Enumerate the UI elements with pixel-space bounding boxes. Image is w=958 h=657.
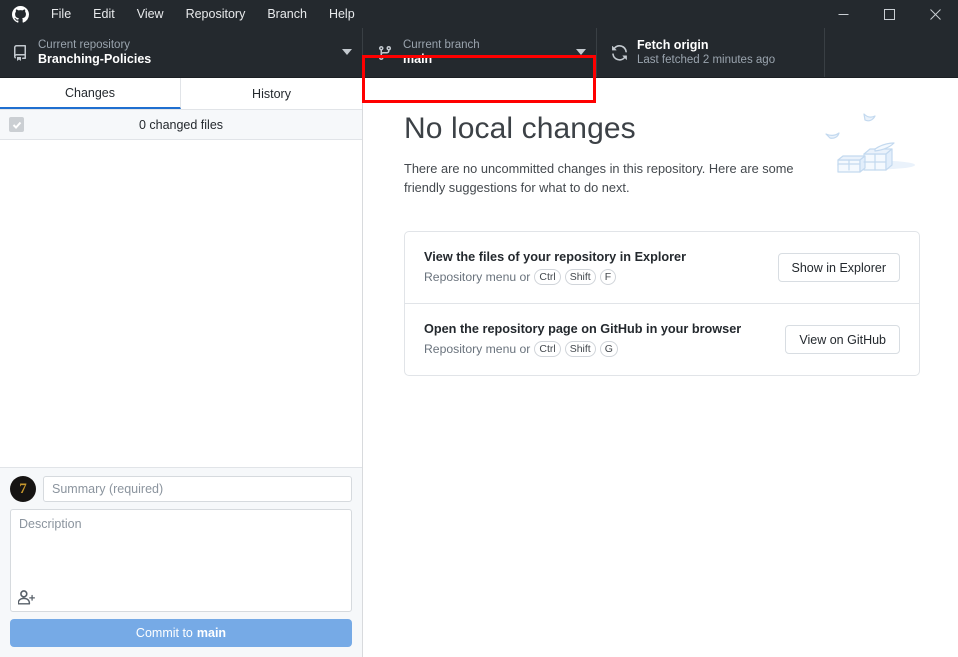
- chevron-down-icon: [568, 49, 586, 56]
- card-text: Open the repository page on GitHub in yo…: [424, 322, 775, 358]
- menu-item-help[interactable]: Help: [318, 0, 366, 28]
- card-text: View the files of your repository in Exp…: [424, 250, 768, 286]
- changed-files-header: 0 changed files: [0, 110, 362, 140]
- commit-button-prefix: Commit to: [135, 626, 193, 640]
- github-desktop-window: File Edit View Repository Branch Help Cu…: [0, 0, 958, 657]
- minimize-icon[interactable]: [820, 0, 866, 28]
- sidebar: Changes History 0 changed files 7 Summar…: [0, 78, 363, 657]
- tab-history-label: History: [252, 86, 291, 101]
- card-hint-prefix: Repository menu or: [424, 342, 531, 357]
- window-controls: [820, 0, 958, 28]
- current-branch-button[interactable]: Current branch main: [363, 28, 597, 77]
- menu-item-view[interactable]: View: [126, 0, 175, 28]
- card-title: Open the repository page on GitHub in yo…: [424, 322, 742, 337]
- commit-description-wrap: [10, 509, 352, 612]
- current-repository-value: Branching-Policies: [38, 51, 152, 66]
- repo-icon: [12, 44, 38, 61]
- fetch-origin-label: Fetch origin: [637, 37, 709, 52]
- avatar: 7: [10, 476, 36, 502]
- menu-item-file[interactable]: File: [40, 0, 82, 28]
- tab-history[interactable]: History: [181, 78, 362, 109]
- changed-files-list: [0, 140, 362, 467]
- add-person-icon[interactable]: [18, 587, 38, 605]
- menu-bar: File Edit View Repository Branch Help: [40, 0, 366, 28]
- menu-item-branch[interactable]: Branch: [256, 0, 318, 28]
- github-logo-icon: [0, 5, 40, 23]
- sync-icon: [611, 44, 637, 61]
- boxes-illustration: [820, 86, 930, 174]
- current-branch-label: Current branch: [403, 38, 480, 51]
- suggestion-card-explorer: View the files of your repository in Exp…: [405, 232, 919, 303]
- suggestion-card-github: Open the repository page on GitHub in yo…: [405, 303, 919, 375]
- changed-files-count: 0 changed files: [138, 117, 224, 132]
- title-bar: File Edit View Repository Branch Help: [0, 0, 958, 28]
- menu-item-repository[interactable]: Repository: [175, 0, 257, 28]
- card-title: View the files of your repository in Exp…: [424, 250, 687, 265]
- commit-button-branch: main: [196, 626, 227, 640]
- tab-changes-label: Changes: [64, 85, 116, 100]
- fetch-origin-status: Last fetched 2 minutes ago: [637, 54, 776, 67]
- close-icon[interactable]: [912, 0, 958, 28]
- sidebar-tabs: Changes History: [0, 78, 362, 110]
- suggestion-cards: View the files of your repository in Exp…: [404, 231, 920, 377]
- tab-changes[interactable]: Changes: [0, 78, 181, 109]
- content-area: Changes History 0 changed files 7 Summar…: [0, 78, 958, 657]
- chevron-down-icon: [334, 49, 352, 56]
- kbd-shift: Shift: [564, 269, 596, 286]
- show-in-explorer-button[interactable]: Show in Explorer: [777, 253, 900, 283]
- avatar-initial: 7: [19, 480, 27, 497]
- kbd-shift: Shift: [564, 341, 596, 358]
- current-branch-value: main: [403, 51, 433, 66]
- kbd-ctrl: Ctrl: [534, 269, 561, 286]
- maximize-icon[interactable]: [866, 0, 912, 28]
- commit-summary-row: 7: [10, 476, 352, 502]
- toolbar: Current repository Branching-Policies Cu…: [0, 28, 958, 103]
- menu-item-edit[interactable]: Edit: [82, 0, 126, 28]
- card-hint: Repository menu or Ctrl Shift F: [424, 269, 768, 286]
- kbd-letter: G: [599, 341, 618, 358]
- main-panel: No local changes There are no uncommitte…: [363, 78, 958, 657]
- page-subtitle: There are no uncommitted changes in this…: [404, 160, 794, 196]
- kbd-letter: F: [599, 269, 617, 286]
- commit-summary-input[interactable]: [43, 476, 352, 502]
- commit-button[interactable]: Commit to main: [10, 619, 352, 647]
- kbd-ctrl: Ctrl: [534, 341, 561, 358]
- commit-description-input[interactable]: [11, 510, 351, 588]
- current-repository-label: Current repository: [38, 38, 131, 51]
- commit-form: 7 Commit to main: [0, 467, 362, 657]
- view-on-github-button[interactable]: View on GitHub: [785, 325, 900, 355]
- current-repository-button[interactable]: Current repository Branching-Policies: [0, 28, 363, 77]
- card-hint: Repository menu or Ctrl Shift G: [424, 341, 775, 358]
- fetch-origin-button[interactable]: Fetch origin Last fetched 2 minutes ago: [597, 28, 825, 77]
- branch-icon: [377, 45, 403, 61]
- card-hint-prefix: Repository menu or: [424, 270, 531, 285]
